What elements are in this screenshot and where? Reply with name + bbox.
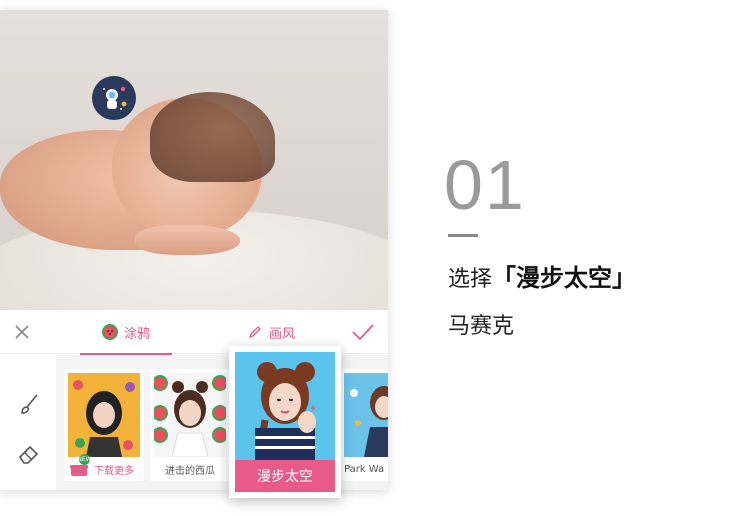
brush-icon	[21, 394, 38, 414]
step-divider	[448, 234, 478, 237]
step-instruction: 选择「漫步太空」	[448, 258, 636, 293]
pencil-icon	[248, 326, 261, 339]
space-sticker[interactable]	[92, 76, 136, 120]
filter-watermelon[interactable]: 进击的西瓜	[150, 369, 230, 481]
step-prefix: 选择	[448, 267, 493, 292]
filter-label: 下载更多	[94, 465, 134, 477]
tab-graffiti-label: 涂鸦	[123, 326, 150, 342]
step-highlight: 「漫步太空」	[492, 264, 637, 292]
filter-space-walk-selected[interactable]: 漫步太空	[229, 346, 341, 498]
filter-label: Park Wa	[344, 463, 385, 475]
selected-filter-label: 漫步太空	[235, 460, 335, 492]
close-button[interactable]	[10, 320, 34, 344]
eraser-tool-button[interactable]	[16, 441, 42, 467]
filter-thumb-watermelon	[154, 373, 226, 457]
selected-thumb	[235, 352, 335, 460]
baby-arm	[135, 225, 240, 255]
step-subtitle: 马赛克	[448, 314, 515, 339]
photo-canvas[interactable]	[0, 10, 388, 310]
check-icon	[352, 324, 374, 341]
tool-panel	[0, 355, 56, 490]
close-icon	[15, 325, 29, 339]
filter-download-more[interactable]: NEW 下载更多	[64, 369, 144, 481]
filter-label: 进击的西瓜	[165, 465, 215, 477]
watermelon-icon	[101, 324, 118, 340]
baby-hair	[150, 92, 275, 182]
astronaut-icon	[97, 81, 131, 115]
filter-thumb-download	[68, 373, 140, 457]
brush-tool-button[interactable]	[16, 391, 42, 417]
confirm-button[interactable]	[350, 320, 376, 344]
tab-graffiti[interactable]: 涂鸦	[80, 310, 172, 355]
filter-thumb-park	[344, 373, 388, 457]
tab-style-label: 画风	[268, 326, 295, 342]
eraser-icon	[18, 445, 39, 464]
filter-park[interactable]: Park Wa	[340, 369, 388, 481]
step-number: 01	[444, 146, 526, 224]
